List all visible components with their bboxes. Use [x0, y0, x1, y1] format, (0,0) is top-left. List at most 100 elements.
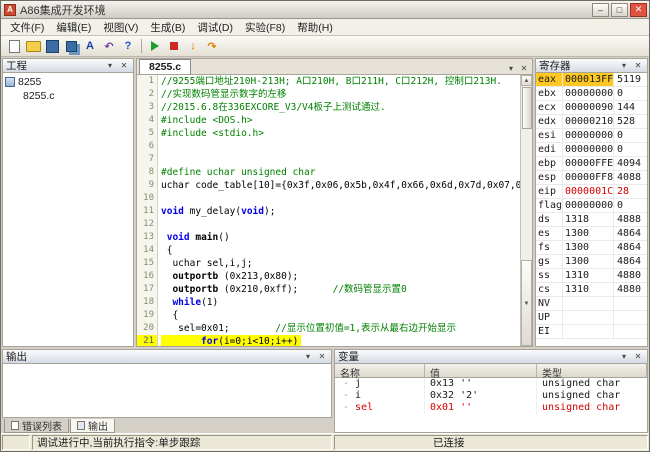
code-line[interactable]: outportb (0x210,0xff); //数码管显示置0 — [161, 283, 520, 296]
menu-item[interactable]: 生成(B) — [144, 18, 191, 37]
code-line[interactable]: sel=0x01; //显示位置初值=1,表示从最右边开始显示 — [161, 322, 520, 335]
code-line[interactable]: void my_delay(void); — [161, 205, 520, 218]
stop-icon[interactable] — [165, 38, 183, 55]
pin-icon[interactable]: ▾ — [618, 60, 630, 71]
code-line[interactable]: //实现数码管显示数字的左移 — [161, 88, 520, 101]
register-row[interactable]: ebx000000000 — [536, 87, 647, 101]
menu-item[interactable]: 视图(V) — [97, 18, 144, 37]
code-line[interactable] — [161, 140, 520, 153]
line-number[interactable]: 3 — [137, 101, 157, 114]
line-number[interactable]: 12 — [137, 218, 157, 231]
line-number[interactable]: 13 — [137, 231, 157, 244]
output-body[interactable] — [2, 364, 332, 418]
line-number[interactable]: 2 — [137, 88, 157, 101]
save-icon[interactable] — [43, 38, 61, 55]
close-button[interactable]: ✕ — [630, 3, 647, 17]
line-number[interactable]: 14 — [137, 244, 157, 257]
code-line[interactable]: #define uchar unsigned char — [161, 166, 520, 179]
register-row[interactable]: cs13104880 — [536, 283, 647, 297]
title-bar[interactable]: A A86集成开发环境 – □ ✕ — [1, 1, 649, 19]
line-number[interactable]: 16 — [137, 270, 157, 283]
code-line[interactable]: for(i=0;i<10;i++) — [161, 335, 301, 346]
code-line[interactable] — [161, 192, 520, 205]
register-row[interactable]: edx00000210528 — [536, 115, 647, 129]
font-icon[interactable]: A — [81, 38, 99, 55]
open-file-icon[interactable] — [24, 38, 42, 55]
menu-item[interactable]: 帮助(H) — [291, 18, 339, 37]
register-row[interactable]: NV — [536, 297, 647, 311]
close-icon[interactable]: ✕ — [518, 63, 530, 74]
line-number[interactable]: 5 — [137, 127, 157, 140]
code-line[interactable]: { — [161, 309, 520, 322]
step-into-icon[interactable]: ↓ — [184, 38, 202, 55]
register-row[interactable]: es13004864 — [536, 227, 647, 241]
close-icon[interactable]: ✕ — [316, 351, 328, 362]
line-number[interactable]: 10 — [137, 192, 157, 205]
variable-row[interactable]: i0x32 '2'unsigned char — [335, 390, 647, 402]
line-number[interactable]: 8 — [137, 166, 157, 179]
variable-row[interactable]: j0x13 ''unsigned char — [335, 378, 647, 390]
variable-row[interactable]: sel0x01 ''unsigned char — [335, 402, 647, 414]
code-line[interactable]: //9255端口地址210H-213H; A口210H, B口211H, C口2… — [161, 75, 520, 88]
code-line[interactable] — [161, 218, 520, 231]
register-row[interactable]: ebp00000FFE4094 — [536, 157, 647, 171]
bottom-tab-output[interactable]: 输出 — [70, 419, 115, 433]
code-line[interactable]: { — [161, 244, 520, 257]
scroll-down-icon[interactable]: ▼ — [521, 260, 532, 346]
code-line[interactable]: uchar sel,i,j; — [161, 257, 520, 270]
scroll-up-icon[interactable]: ▲ — [521, 75, 532, 86]
project-tree-root[interactable]: 8255 — [5, 76, 131, 88]
menu-item[interactable]: 调试(D) — [191, 18, 239, 37]
menu-item[interactable]: 编辑(E) — [50, 18, 97, 37]
line-number[interactable]: 20 — [137, 322, 157, 335]
step-over-icon[interactable]: ↷ — [203, 38, 221, 55]
line-number[interactable]: 17 — [137, 283, 157, 296]
code-line[interactable]: void main() — [161, 231, 520, 244]
menu-item[interactable]: 文件(F) — [4, 18, 50, 37]
line-number[interactable]: 4 — [137, 114, 157, 127]
line-number[interactable]: 11 — [137, 205, 157, 218]
project-tree-file[interactable]: 8255.c — [5, 90, 131, 102]
column-value[interactable]: 值 — [425, 364, 537, 377]
pin-icon[interactable]: ▾ — [104, 60, 116, 71]
line-number[interactable]: 18 — [137, 296, 157, 309]
editor-gutter[interactable]: 123456789101112131415161718192021 — [137, 75, 158, 346]
bottom-tab-error-list[interactable]: 错误列表 — [4, 419, 69, 433]
save-all-icon[interactable] — [62, 38, 80, 55]
maximize-button[interactable]: □ — [611, 3, 628, 17]
register-row[interactable]: flag000000000 — [536, 199, 647, 213]
register-row[interactable]: esp00000FF84088 — [536, 171, 647, 185]
line-number[interactable]: 1 — [137, 75, 157, 88]
run-icon[interactable] — [146, 38, 164, 55]
register-row[interactable]: ecx00000090144 — [536, 101, 647, 115]
column-type[interactable]: 类型 — [537, 364, 647, 377]
register-row[interactable]: ss13104880 — [536, 269, 647, 283]
close-icon[interactable]: ✕ — [118, 60, 130, 71]
editor-scrollbar[interactable]: ▲ ▼ — [520, 75, 532, 346]
help-icon[interactable]: ? — [119, 38, 137, 55]
tab-list-icon[interactable]: ▾ — [505, 63, 517, 74]
code-line[interactable]: //2015.6.8在336EXCORE_V3/V4板子上测试通过. — [161, 101, 520, 114]
minimize-button[interactable]: – — [592, 3, 609, 17]
register-row[interactable]: ds13184888 — [536, 213, 647, 227]
column-name[interactable]: 名称 — [335, 364, 425, 377]
pin-icon[interactable]: ▾ — [618, 351, 630, 362]
code-line[interactable]: #include <DOS.h> — [161, 114, 520, 127]
editor-code[interactable]: //9255端口地址210H-213H; A口210H, B口211H, C口2… — [158, 75, 520, 346]
line-number[interactable]: 21 — [137, 335, 157, 346]
code-line[interactable]: outportb (0x213,0x80); — [161, 270, 520, 283]
line-number[interactable]: 7 — [137, 153, 157, 166]
scroll-thumb[interactable] — [522, 87, 532, 129]
line-number[interactable]: 15 — [137, 257, 157, 270]
register-row[interactable]: esi000000000 — [536, 129, 647, 143]
code-line[interactable]: uchar code_table[10]={0x3f,0x06,0x5b,0x4… — [161, 179, 520, 192]
register-row[interactable]: EI — [536, 325, 647, 339]
register-row[interactable]: eip0000001C28 — [536, 185, 647, 199]
register-row[interactable]: eax000013FF5119 — [536, 73, 647, 87]
register-row[interactable]: edi000000000 — [536, 143, 647, 157]
close-icon[interactable]: ✕ — [632, 351, 644, 362]
line-number[interactable]: 19 — [137, 309, 157, 322]
register-row[interactable]: gs13004864 — [536, 255, 647, 269]
line-number[interactable]: 9 — [137, 179, 157, 192]
editor-tab[interactable]: 8255.c — [139, 59, 191, 74]
